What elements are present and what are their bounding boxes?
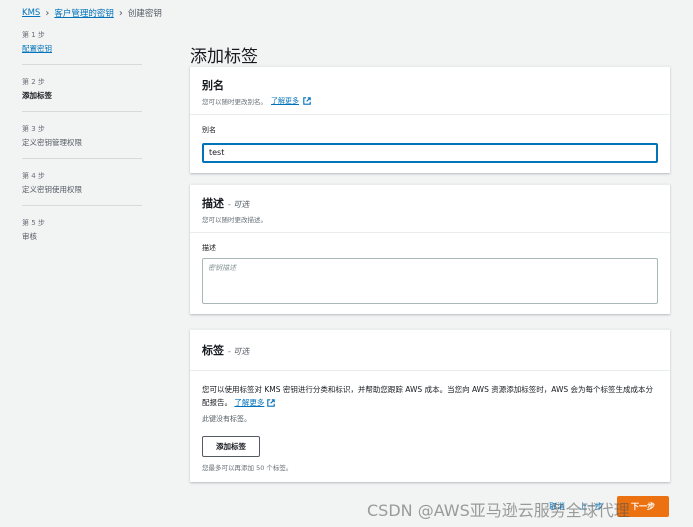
alias-title: 别名 [202,79,224,92]
no-tags-text: 此键没有标签。 [202,415,251,423]
alias-desc-text: 您可以随时更改别名。 [202,98,267,106]
watermark-text: CSDN @AWS亚马逊云服务全球代理 [367,501,630,520]
tags-limit-hint: 您最多可以再添加 50 个标签。 [202,464,293,472]
alias-learn-more-link[interactable]: 了解更多 [271,96,299,106]
step-number: 第 2 步 [22,78,45,86]
external-link-icon [267,399,275,407]
wizard-steps: 第 1 步 配置密钥 第 2 步 添加标签 第 3 步 定义密钥管理权限 第 4… [22,30,142,264]
step-2: 第 2 步 添加标签 [22,77,142,112]
step-4: 第 4 步 定义密钥使用权限 [22,171,142,206]
tags-learn-more-link[interactable]: 了解更多 [234,398,264,407]
alias-input[interactable] [202,142,658,163]
tags-panel: 标签 - 可选 您可以使用标签对 KMS 密钥进行分类和标识，并帮助您跟踪 AW… [190,329,670,482]
description-field-label: 描述 [202,244,216,252]
description-title-text: 描述 [202,197,224,210]
tags-title-text: 标签 [202,344,224,357]
alias-panel: 别名 您可以随时更改别名。 了解更多 别名 [190,66,670,173]
alias-panel-header: 别名 您可以随时更改别名。 了解更多 [190,67,670,115]
external-link-icon [303,97,311,105]
alias-panel-body: 别名 [190,115,670,173]
description-title: 描述 - 可选 [202,195,658,211]
breadcrumb: KMS › 客户管理的密钥 › 创建密钥 [22,7,162,20]
step-label[interactable]: 配置密钥 [22,43,142,54]
step-1[interactable]: 第 1 步 配置密钥 [22,30,142,65]
page-title: 添加标签 [190,47,258,68]
breadcrumb-customer-keys[interactable]: 客户管理的密钥 [54,7,114,19]
add-tag-button[interactable]: 添加标签 [202,436,260,457]
step-label: 定义密钥使用权限 [22,185,82,194]
step-label: 定义密钥管理权限 [22,138,82,147]
description-panel-header: 描述 - 可选 您可以随时更改描述。 [190,185,670,233]
step-label: 审核 [22,232,37,241]
description-optional-text: - 可选 [227,200,250,209]
description-desc: 您可以随时更改描述。 [202,216,267,224]
chevron-right-icon: › [118,7,123,19]
step-5: 第 5 步 审核 [22,218,142,252]
tags-panel-body: 您可以使用标签对 KMS 密钥进行分类和标识，并帮助您跟踪 AWS 成本。当您向… [190,371,670,482]
tags-description: 您可以使用标签对 KMS 密钥进行分类和标识，并帮助您跟踪 AWS 成本。当您向… [202,383,658,409]
step-number: 第 5 步 [22,219,45,227]
tags-title: 标签 - 可选 [202,342,658,358]
chevron-right-icon: › [45,7,50,19]
step-number: 第 3 步 [22,125,45,133]
alias-description: 您可以随时更改别名。 了解更多 [202,96,658,106]
breadcrumb-current: 创建密钥 [127,9,162,19]
step-number: 第 4 步 [22,172,45,180]
step-3: 第 3 步 定义密钥管理权限 [22,124,142,159]
tags-panel-header: 标签 - 可选 [190,330,670,371]
tags-optional-text: - 可选 [227,347,250,356]
alias-field-label: 别名 [202,126,216,134]
breadcrumb-kms[interactable]: KMS [22,8,40,18]
step-label: 添加标签 [22,91,52,100]
description-panel: 描述 - 可选 您可以随时更改描述。 描述 密钥描述 [190,184,670,314]
description-textarea[interactable]: 密钥描述 [202,258,658,304]
description-panel-body: 描述 密钥描述 [190,233,670,314]
step-number: 第 1 步 [22,31,45,39]
